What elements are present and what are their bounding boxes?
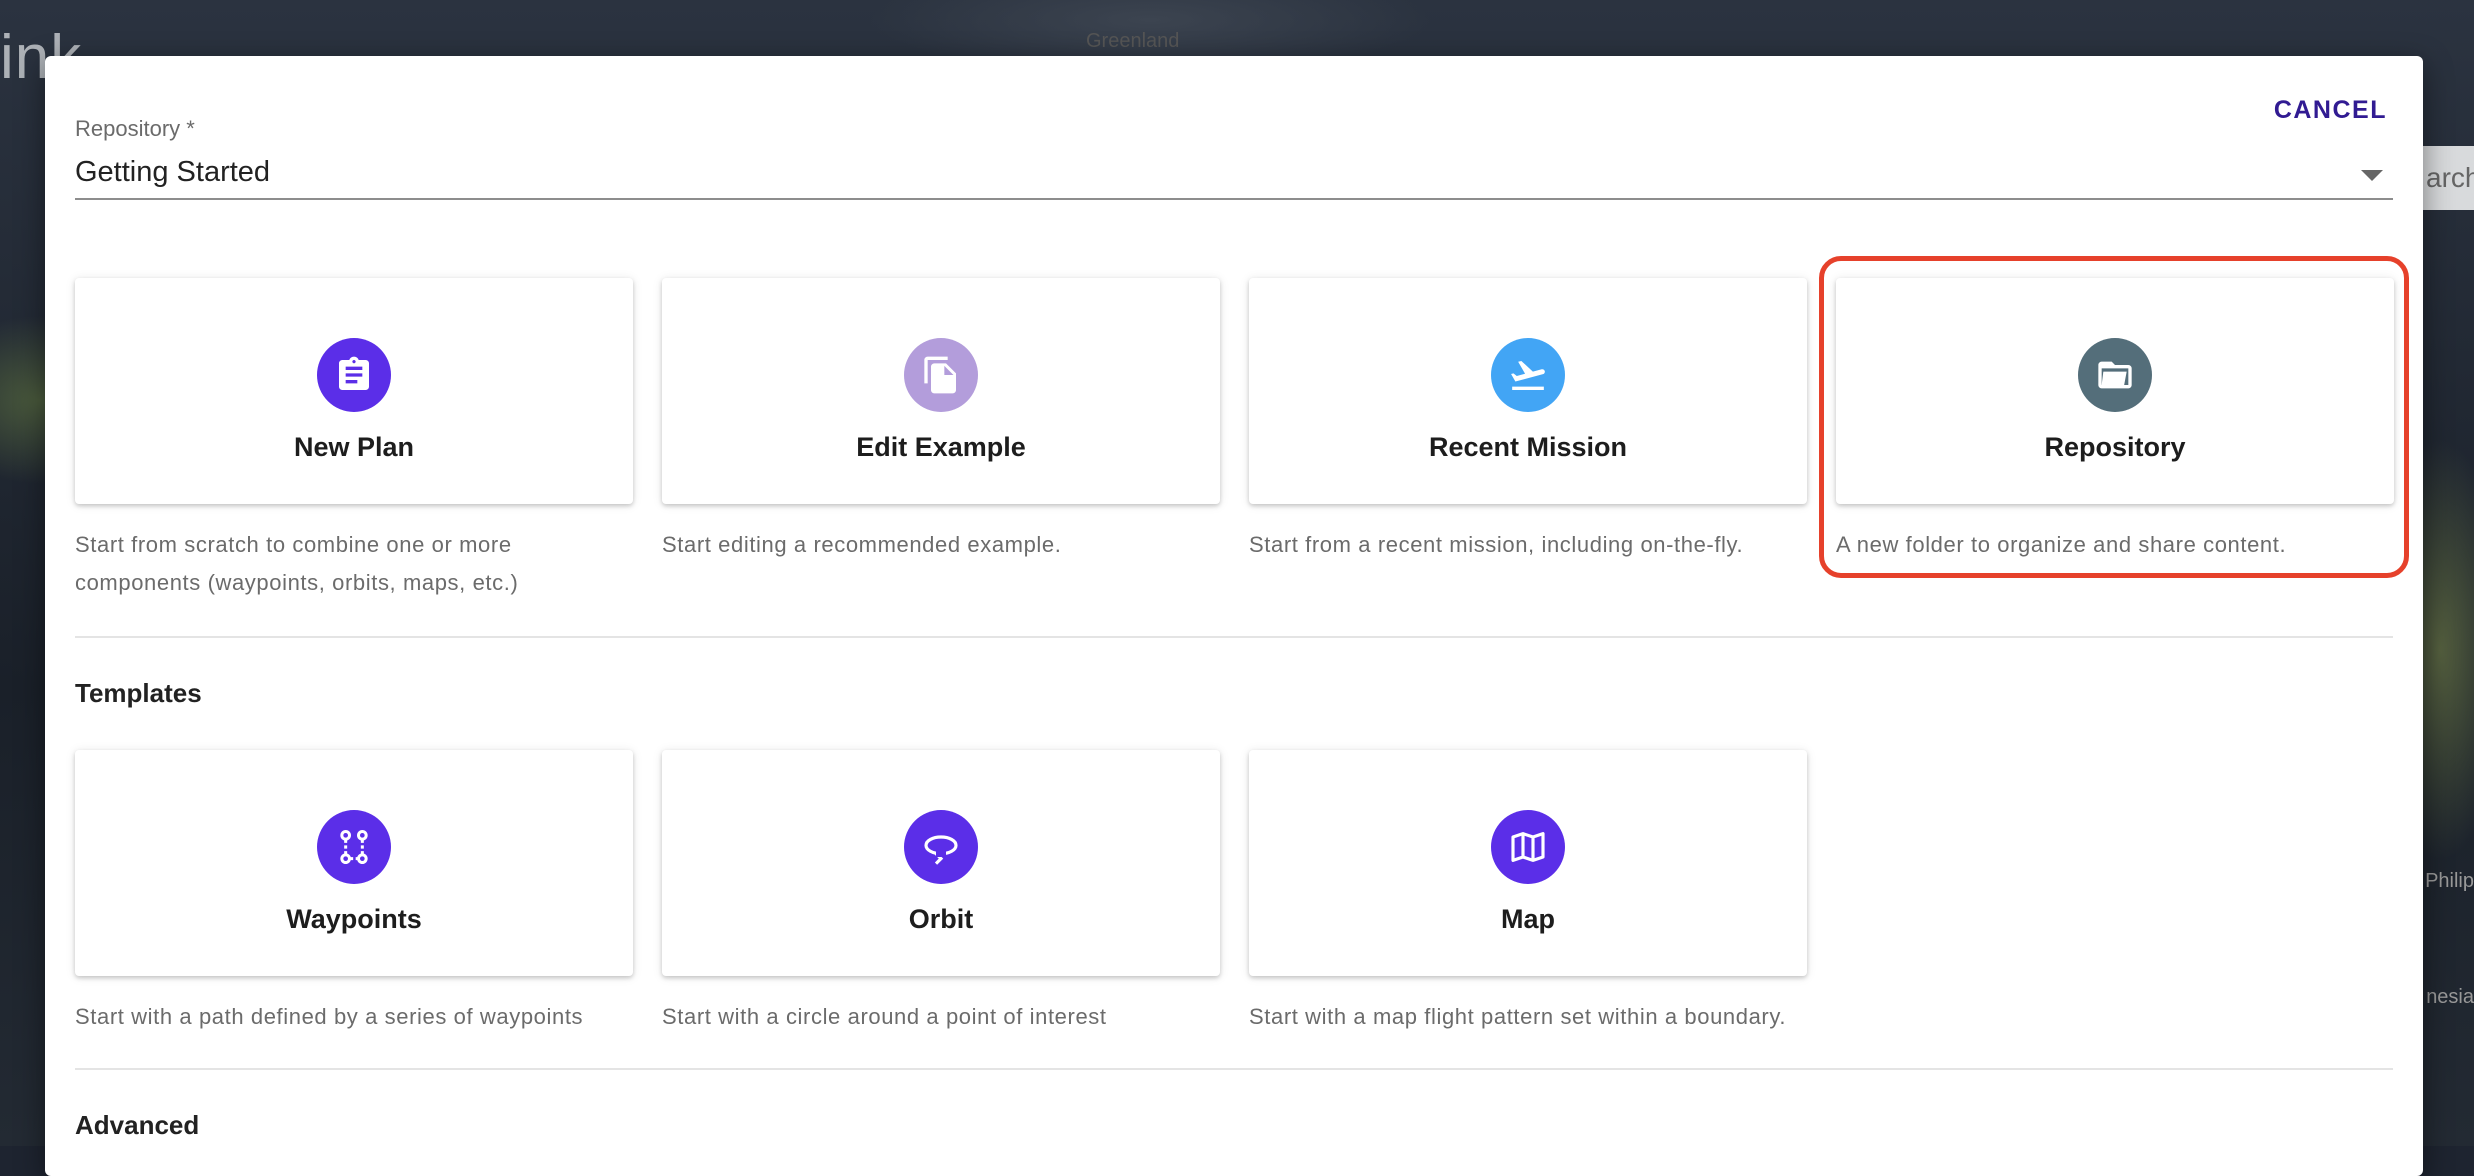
option-edit-example: Edit Example Start editing a recommended… [662,278,1220,602]
divider [75,636,2393,638]
map-label-nesia: nesia [2426,986,2474,1008]
advanced-heading: Advanced [75,1110,200,1140]
map-label-greenland: Greenland [1086,30,1180,52]
option-repository: Repository A new folder to organize and … [1836,278,2394,602]
new-content-dialog: CANCEL Repository * Getting Started New … [45,56,2423,1176]
flight-takeoff-icon [1491,338,1565,412]
card-description: Start from a recent mission, including o… [1249,532,1744,557]
caret-down-icon [2361,170,2383,181]
card-description: Start with a circle around a point of in… [662,1004,1107,1029]
card-description: Start editing a recommended example. [662,532,1062,557]
map-label-philip: Philip [2425,870,2474,892]
repository-select[interactable]: Getting Started [75,150,2393,200]
template-waypoints: Waypoints Start with a path defined by a… [75,750,633,1036]
waypoints-card[interactable]: Waypoints [75,750,633,976]
card-title: New Plan [293,432,415,462]
card-description: Start with a path defined by a series of… [75,1004,584,1029]
orbit-icon [904,810,978,884]
waypoints-icon [317,810,391,884]
card-title: Map [1501,904,1555,934]
card-title: Waypoints [286,904,422,934]
repository-label: Repository * [75,116,195,141]
orbit-card[interactable]: Orbit [662,750,1220,976]
new-plan-card[interactable]: New Plan [75,278,633,504]
card-description: A new folder to organize and share conte… [1836,532,2287,557]
option-new-plan: New Plan Start from scratch to combine o… [75,278,633,602]
start-options: New Plan Start from scratch to combine o… [75,278,2394,602]
divider [75,1068,2393,1070]
templates-heading: Templates [75,678,202,708]
edit-example-card[interactable]: Edit Example [662,278,1220,504]
repository-card[interactable]: Repository [1836,278,2394,504]
card-title: Repository [2044,432,2186,462]
folder-open-icon [2078,338,2152,412]
card-title: Orbit [908,904,974,934]
repository-field: Repository * Getting Started [75,116,2393,200]
template-map: Map Start with a map flight pattern set … [1249,750,1807,1036]
card-description: Start from scratch to combine one or mor… [75,532,519,595]
card-title: Edit Example [856,432,1026,462]
map-icon [1491,810,1565,884]
templates-options: Waypoints Start with a path defined by a… [75,750,1807,1036]
copy-icon [904,338,978,412]
clipboard-icon [317,338,391,412]
template-orbit: Orbit Start with a circle around a point… [662,750,1220,1036]
recent-mission-card[interactable]: Recent Mission [1249,278,1807,504]
option-recent-mission: Recent Mission Start from a recent missi… [1249,278,1807,602]
card-title: Recent Mission [1428,432,1628,462]
repository-select-value: Getting Started [75,156,271,188]
map-card[interactable]: Map [1249,750,1807,976]
card-description: Start with a map flight pattern set with… [1249,1004,1787,1029]
background-search-field: arch [2416,146,2474,210]
